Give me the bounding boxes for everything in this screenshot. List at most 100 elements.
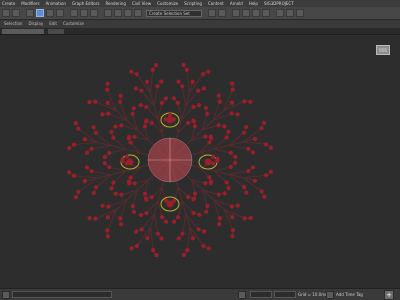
lock-selection-icon[interactable] — [238, 291, 246, 299]
berry-node-115 — [67, 146, 72, 151]
berry-node-176 — [216, 123, 221, 128]
mirror-icon[interactable] — [208, 9, 216, 17]
tab-edit[interactable]: Edit — [49, 20, 57, 28]
berry-node-192 — [226, 129, 231, 134]
menu-item-civil-view[interactable]: Civil View — [132, 0, 151, 7]
menu-item-arnold[interactable]: Arnold — [230, 0, 243, 7]
berry-node-0 — [211, 161, 216, 166]
berry-node-50 — [190, 236, 195, 241]
ribbon-panel[interactable] — [2, 29, 44, 34]
berry-node-26 — [235, 203, 240, 208]
berry-node-168 — [206, 69, 211, 74]
tab-display[interactable]: Display — [28, 20, 43, 28]
berry-node-166 — [181, 62, 186, 67]
region-select-icon[interactable] — [56, 9, 64, 17]
berry-node-101 — [82, 179, 88, 184]
pivot-icon[interactable] — [104, 9, 112, 17]
add-icon[interactable]: + — [384, 290, 394, 300]
branch-115 — [73, 141, 97, 146]
berry-node-82 — [93, 216, 98, 221]
scale-icon[interactable] — [90, 9, 98, 17]
berry-node-34 — [186, 194, 191, 200]
menu-item-help[interactable]: Help — [249, 0, 258, 7]
y-coordinate-field[interactable] — [274, 291, 296, 298]
menu-item-create[interactable]: Create — [2, 0, 15, 7]
berry-node-102 — [124, 154, 129, 159]
angle-snap-icon[interactable] — [124, 9, 132, 17]
berry-node-46 — [201, 243, 206, 248]
berry-node-13 — [268, 169, 273, 174]
berry-node-138 — [163, 117, 168, 122]
layer-manager-icon[interactable] — [232, 9, 240, 17]
berry-node-163 — [196, 88, 201, 93]
berry-node-170 — [192, 124, 198, 129]
menu-item-content[interactable]: Content — [208, 0, 224, 7]
percent-snap-icon[interactable] — [134, 9, 142, 17]
undo-icon[interactable] — [2, 9, 10, 17]
berry-node-186 — [230, 100, 235, 105]
viewcube-icon[interactable] — [376, 45, 390, 55]
berry-node-16 — [252, 178, 258, 183]
berry-node-93 — [93, 185, 99, 190]
tab-selection[interactable]: Selection — [4, 20, 22, 28]
curve-editor-icon[interactable] — [242, 9, 250, 17]
material-editor-icon[interactable] — [262, 9, 270, 17]
berry-node-35 — [191, 196, 197, 201]
berry-node-2 — [207, 175, 212, 180]
berry-node-29 — [242, 216, 247, 221]
render-setup-icon[interactable] — [276, 9, 284, 17]
menu-item-scripting[interactable]: Scripting — [184, 0, 202, 7]
berry-node-193 — [228, 150, 233, 155]
time-tag-icon[interactable] — [326, 291, 334, 299]
berry-node-19 — [193, 191, 198, 196]
menu-item-graph-editors[interactable]: Graph Editors — [72, 0, 99, 7]
select-object-icon[interactable] — [36, 9, 44, 17]
schematic-view-icon[interactable] — [252, 9, 260, 17]
maxscript-listener-icon[interactable] — [2, 291, 10, 299]
berry-node-48 — [185, 248, 190, 253]
berry-node-6 — [224, 180, 229, 185]
menu-item-modifiers[interactable]: Modifiers — [21, 0, 39, 7]
berry-node-113 — [91, 125, 96, 130]
berry-node-182 — [230, 87, 235, 92]
berry-node-56 — [164, 219, 169, 224]
perspective-viewport[interactable] — [0, 35, 400, 288]
berry-node-189 — [211, 154, 216, 159]
snap-icon[interactable] — [114, 9, 122, 17]
align-icon[interactable] — [218, 9, 226, 17]
branch-162 — [181, 86, 187, 107]
link-icon[interactable] — [26, 9, 34, 17]
berry-node-130 — [118, 93, 123, 98]
menu-item-project[interactable]: SIG3DPROJECT — [264, 0, 294, 7]
menu-item-customize[interactable]: Customize — [157, 0, 178, 7]
time-tag-label[interactable]: Add Time Tag — [336, 291, 363, 298]
berry-node-59 — [155, 231, 160, 236]
ribbon-panel-secondary[interactable] — [48, 29, 64, 34]
selection-set-dropdown[interactable]: Create Selection Set — [146, 10, 202, 17]
tab-customize[interactable]: Customize — [63, 20, 84, 28]
branch-151 — [149, 69, 154, 93]
move-icon[interactable] — [70, 9, 78, 17]
select-by-name-icon[interactable] — [46, 9, 54, 17]
berry-node-90 — [109, 186, 114, 191]
render-frame-icon[interactable] — [286, 9, 294, 17]
berry-node-201 — [263, 142, 268, 147]
x-coordinate-field[interactable] — [250, 291, 272, 298]
menu-item-animation[interactable]: Animation — [46, 0, 66, 7]
berry-node-194 — [233, 154, 238, 159]
berry-node-18 — [209, 179, 214, 184]
render-icon[interactable] — [296, 9, 304, 17]
script-input[interactable] — [12, 291, 112, 298]
menu-item-rendering[interactable]: Rendering — [105, 0, 125, 7]
berry-node-196 — [244, 125, 249, 130]
berry-node-72 — [130, 204, 135, 209]
redo-icon[interactable] — [12, 9, 20, 17]
berry-node-181 — [235, 112, 240, 117]
branch-26 — [212, 198, 232, 207]
ribbon-subbar — [0, 28, 400, 35]
branch-143 — [157, 102, 163, 120]
berry-node-75 — [113, 191, 118, 196]
berry-node-10 — [242, 185, 247, 190]
berry-node-123 — [119, 123, 124, 128]
rotate-icon[interactable] — [80, 9, 88, 17]
